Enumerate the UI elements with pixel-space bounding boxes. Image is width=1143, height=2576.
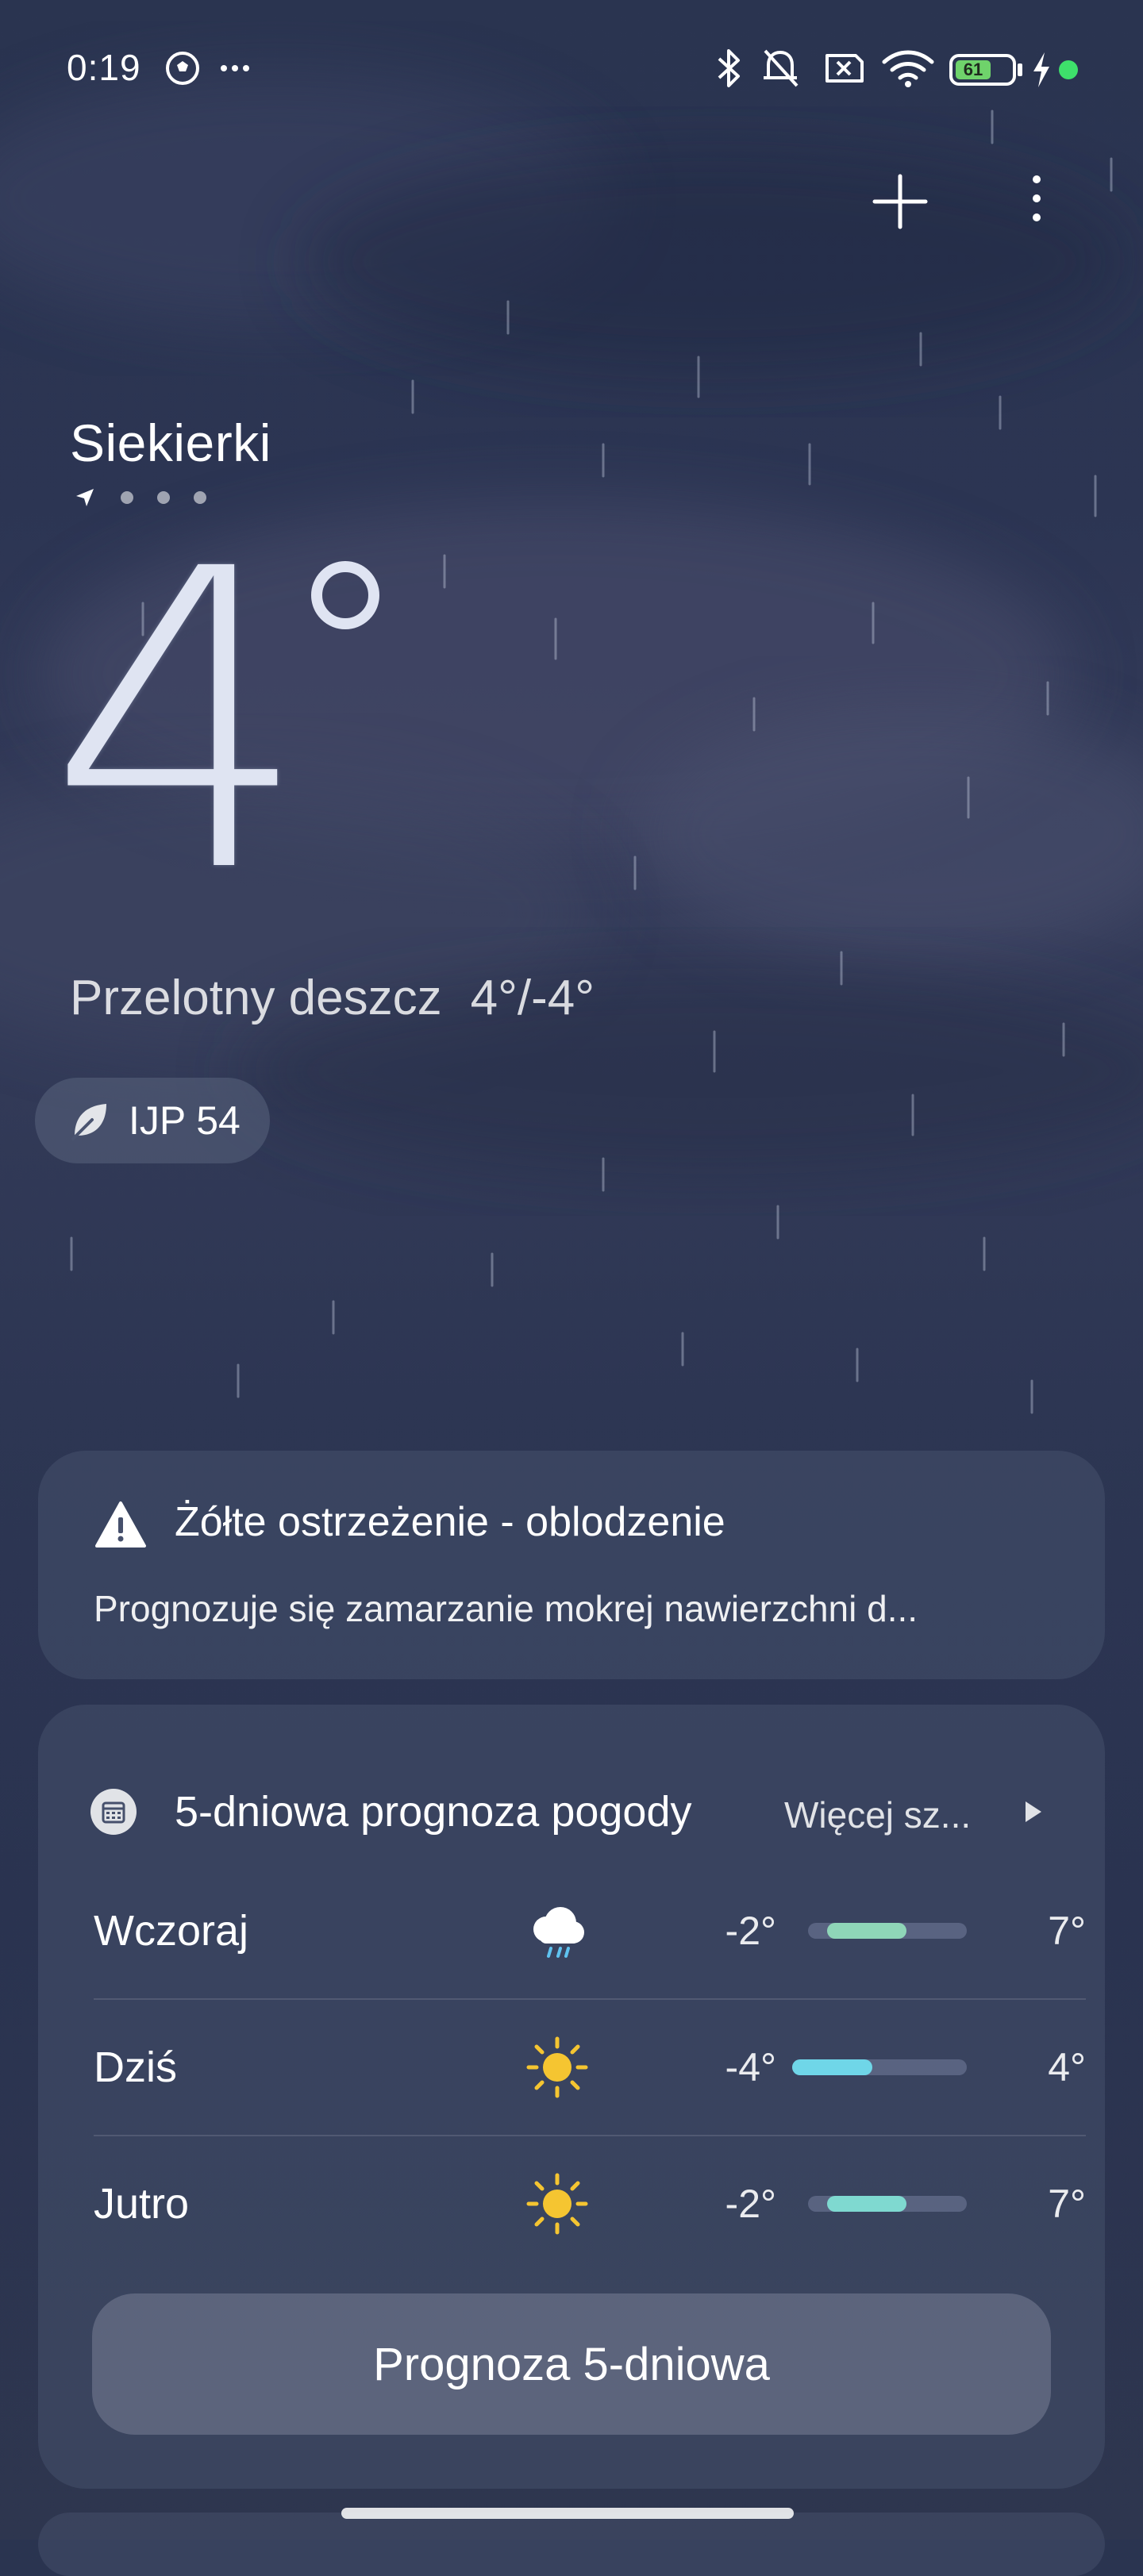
warning-title: Żółte ostrzeżenie - oblodzenie <box>175 1499 725 1545</box>
low-temperature: -2° <box>725 2182 776 2226</box>
forecast-row-today[interactable]: Dziś -4° 4° <box>94 2000 1086 2135</box>
warning-description: Prognozuje się zamarzanie mokrej nawierz… <box>94 1588 918 1629</box>
degree-symbol <box>311 561 379 629</box>
forecast-row-yesterday[interactable]: Wczoraj -2° 7° <box>94 1863 1086 1998</box>
next-card <box>38 2513 1105 2576</box>
low-temperature: -2° <box>725 1909 776 1953</box>
warning-icon <box>95 1501 146 1548</box>
wifi-icon <box>882 50 934 87</box>
aqi-value: IJP 54 <box>129 1098 241 1143</box>
sun-icon <box>526 2173 588 2235</box>
five-day-forecast-button[interactable]: Prognoza 5-dniowa <box>92 2293 1051 2435</box>
day-name: Jutro <box>94 2180 190 2228</box>
temperature-range-bar <box>808 1923 967 1939</box>
more-dots-icon <box>221 65 249 71</box>
day-name: Wczoraj <box>94 1907 249 1955</box>
rain-cloud-icon <box>533 1907 584 1958</box>
forecast-title: 5-dniowa prognoza pogody <box>175 1788 692 1836</box>
plus-icon[interactable] <box>868 170 932 233</box>
temperature-range: 4°/-4° <box>470 971 595 1025</box>
forecast-card: 5-dniowa prognoza pogody Więcej sz... Wc… <box>38 1705 1105 2489</box>
status-time: 0:19 <box>67 47 141 88</box>
no-sim-icon <box>826 54 864 83</box>
chevron-right-icon[interactable] <box>1019 1798 1046 1825</box>
day-name: Dziś <box>94 2043 177 2091</box>
high-temperature: 4° <box>1048 2045 1086 2090</box>
battery-cap <box>1018 63 1022 76</box>
temperature-range-fill <box>792 2059 873 2075</box>
more-vertical-icon[interactable] <box>1021 167 1053 230</box>
bluetooth-icon <box>718 49 740 87</box>
status-bar: 0:19 61 <box>0 0 1143 143</box>
home-indicator[interactable] <box>341 2508 794 2519</box>
high-temperature: 7° <box>1048 1909 1086 1953</box>
aqi-badge[interactable]: IJP 54 <box>35 1078 270 1163</box>
location-name[interactable]: Siekierki <box>70 413 271 473</box>
temperature-range-fill <box>827 1923 906 1939</box>
weather-warning-card[interactable]: Żółte ostrzeżenie - oblodzenie Prognozuj… <box>38 1451 1105 1679</box>
weather-condition: Przelotny deszcz <box>70 971 442 1025</box>
recording-dot <box>1059 60 1078 79</box>
forecast-row-tomorrow[interactable]: Jutro -2° 7° <box>94 2136 1086 2271</box>
charging-icon <box>1033 52 1049 87</box>
battery-icon: 61 <box>949 54 1016 86</box>
calendar-icon <box>90 1789 137 1835</box>
mute-icon <box>764 49 799 87</box>
condition-line: Przelotny deszcz 4°/-4° <box>70 970 595 1026</box>
leaf-icon <box>71 1104 106 1140</box>
soccer-ball-icon <box>166 52 199 85</box>
low-temperature: -4° <box>725 2045 776 2090</box>
temperature-range-bar <box>808 2196 967 2212</box>
battery-level: 61 <box>956 60 991 79</box>
temperature-range-bar <box>792 2059 967 2075</box>
forecast-header[interactable]: 5-dniowa prognoza pogody Więcej sz... <box>38 1776 1105 1847</box>
forecast-more-link[interactable]: Więcej sz... <box>784 1794 971 1836</box>
current-temperature: 4 <box>48 482 310 963</box>
sun-icon <box>526 2036 588 2098</box>
temperature-range-fill <box>827 2196 906 2212</box>
high-temperature: 7° <box>1048 2182 1086 2226</box>
